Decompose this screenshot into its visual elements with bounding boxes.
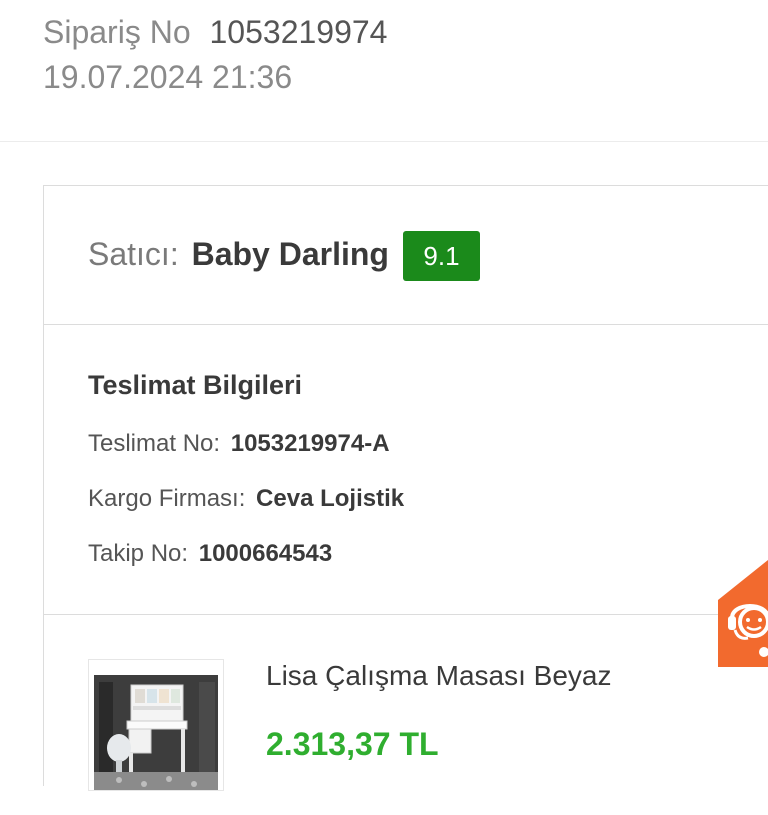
- seller-label: Satıcı:: [88, 236, 179, 272]
- order-header: Sipariş No 1053219974 19.07.2024 21:36: [0, 0, 768, 142]
- order-date: 19.07.2024 21:36: [43, 59, 293, 95]
- delivery-info-title: Teslimat Bilgileri: [88, 370, 303, 400]
- tracking-number-value[interactable]: 1000664543: [199, 540, 332, 567]
- seller-name[interactable]: Baby Darling: [192, 236, 389, 272]
- tracking-number-row[interactable]: Takip No: 1000664543: [88, 538, 332, 570]
- delivery-info-section: Teslimat Bilgileri Teslimat No: 10532199…: [44, 325, 768, 615]
- support-agent-icon[interactable]: [718, 560, 768, 667]
- order-number-value: 1053219974: [209, 14, 388, 50]
- desk-product-image[interactable]: [88, 659, 224, 791]
- product-name[interactable]: Lisa Çalışma Masası Beyaz: [266, 658, 611, 694]
- order-number-row: Sipariş No 1053219974: [43, 12, 387, 52]
- cargo-company-label: Kargo Firması:: [88, 485, 246, 512]
- product-price: 2.313,37 TL: [266, 726, 439, 762]
- seller-info: Satıcı: Baby Darling: [88, 234, 389, 274]
- cargo-company-row: Kargo Firması: Ceva Lojistik: [88, 483, 404, 515]
- cargo-company-value: Ceva Lojistik: [256, 485, 405, 512]
- delivery-number-label: Teslimat No:: [88, 430, 221, 457]
- seller-row[interactable]: Satıcı: Baby Darling 9.1: [44, 186, 768, 325]
- seller-rating-badge: 9.1: [403, 231, 480, 281]
- order-number-label: Sipariş No: [43, 14, 191, 50]
- delivery-number-row: Teslimat No: 1053219974-A: [88, 428, 390, 460]
- tracking-number-label: Takip No:: [88, 540, 189, 567]
- order-detail-card: Satıcı: Baby Darling 9.1 Teslimat Bilgil…: [43, 185, 768, 791]
- delivery-number-value: 1053219974-A: [230, 430, 390, 457]
- product-item[interactable]: Lisa Çalışma Masası Beyaz 2.313,37 TL: [44, 615, 768, 815]
